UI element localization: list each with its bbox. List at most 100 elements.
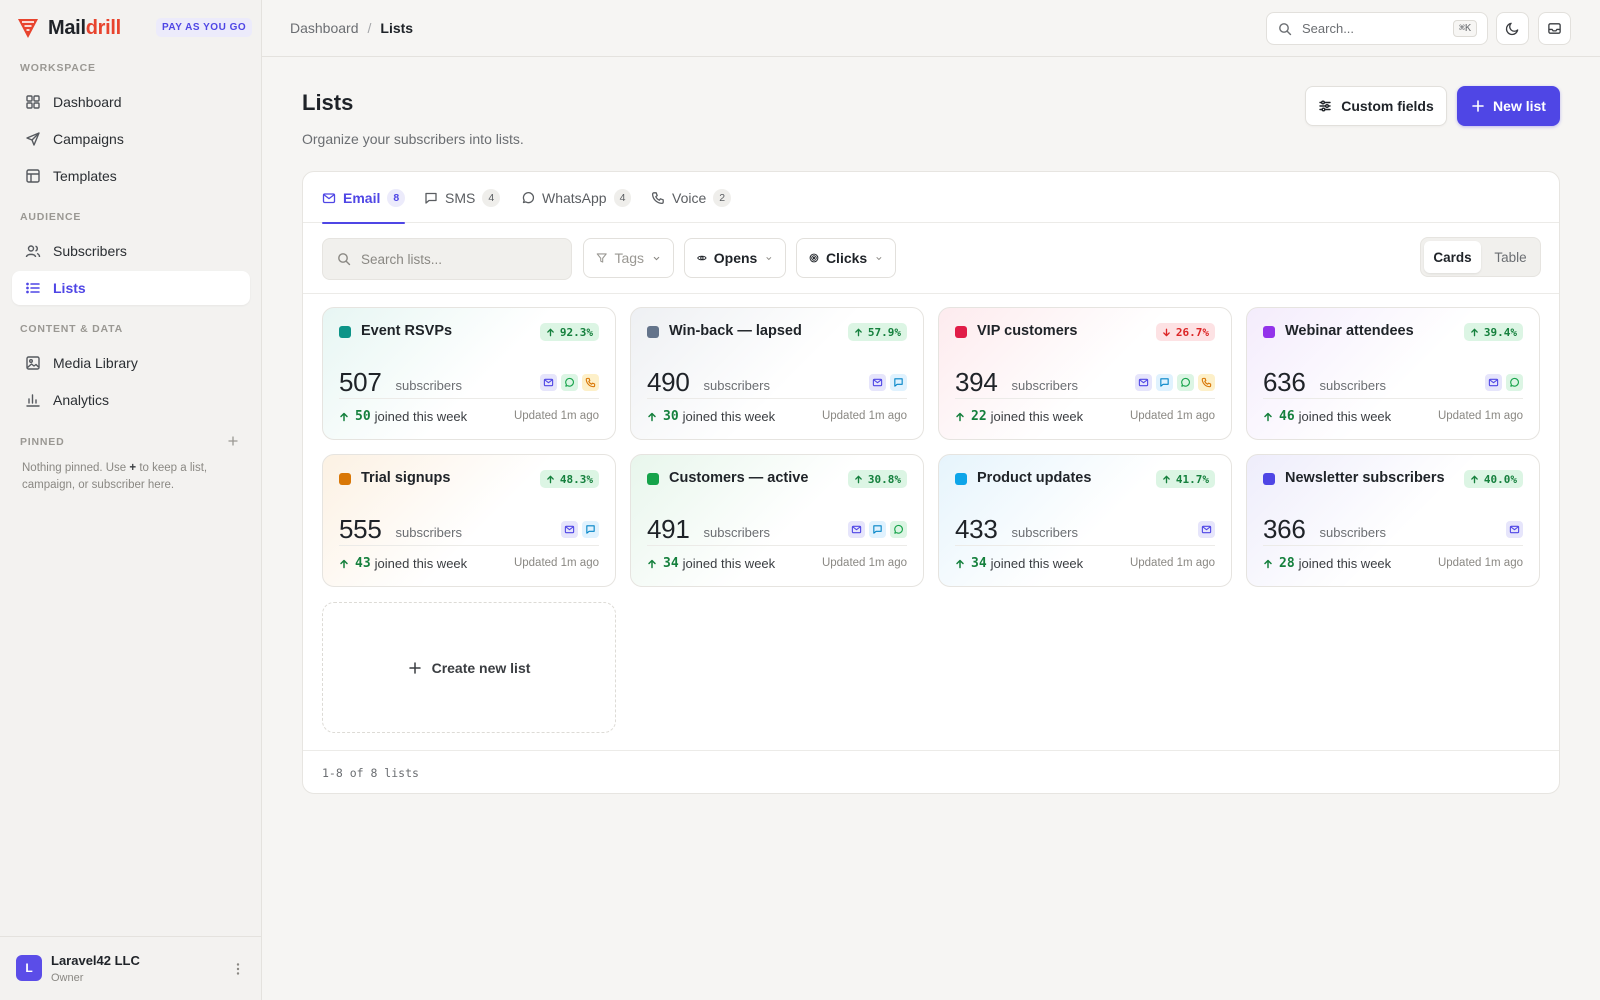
channel-icons	[536, 374, 599, 391]
arrow-up-icon	[647, 412, 663, 422]
account-switcher[interactable]: L Laravel42 LLC Owner	[0, 936, 262, 1000]
updated-timestamp: Updated 1m ago	[1129, 557, 1215, 569]
brand[interactable]: Maildrill	[16, 14, 121, 42]
chevron-down-icon	[653, 256, 660, 260]
arrow-up-icon	[546, 328, 560, 337]
message-square-icon	[869, 521, 886, 538]
tab-email[interactable]: Email 8	[322, 172, 406, 224]
subscriber-count: 394	[955, 367, 998, 397]
sidebar-item-media-library[interactable]: Media Library	[12, 346, 250, 380]
page-title: Lists	[302, 90, 354, 115]
plan-badge[interactable]: PAY AS YOU GO	[156, 18, 253, 37]
sidebar-item-label: Media Library	[53, 355, 138, 371]
filter-tags[interactable]: Tags	[583, 238, 674, 278]
sidebar-item-campaigns[interactable]: Campaigns	[12, 122, 250, 156]
list-card-vip-customers[interactable]: VIP customers 26.7% 394 subscribers 22 joined…	[938, 307, 1232, 440]
tab-label: WhatsApp	[542, 189, 607, 206]
list-color-dot	[1263, 473, 1275, 485]
list-card-event-rsvps[interactable]: Event RSVPs 92.3% 507 subscribers 50 joined t…	[322, 307, 616, 440]
updated-timestamp: Updated 1m ago	[513, 410, 599, 422]
growth-badge: 30.8%	[847, 470, 907, 488]
list-search[interactable]	[322, 238, 572, 280]
subscriber-count: 555	[339, 514, 382, 544]
arrow-up-icon	[955, 559, 971, 569]
channel-icons	[1502, 521, 1523, 538]
theme-toggle-button[interactable]	[1496, 12, 1529, 45]
new-list-button[interactable]: New list	[1457, 86, 1560, 126]
list-color-dot	[955, 473, 967, 485]
tab-voice[interactable]: Voice 2	[651, 172, 732, 223]
breadcrumb-current: Lists	[380, 20, 414, 36]
section-label-audience: AUDIENCE	[20, 211, 82, 223]
list-card-customers-active[interactable]: Customers — active 30.8% 491 subscribers 34 j…	[630, 454, 924, 587]
joined-this-week: 34 joined this week	[955, 556, 1083, 571]
filter-clicks[interactable]: Clicks	[796, 238, 896, 278]
sidebar-item-templates[interactable]: Templates	[12, 159, 250, 193]
arrow-down-icon	[1162, 328, 1176, 337]
list-card-win-back-lapsed[interactable]: Win-back — lapsed 57.9% 490 subscribers 30 jo…	[630, 307, 924, 440]
joined-this-week: 30 joined this week	[647, 409, 775, 424]
tab-label: Email	[343, 189, 381, 206]
growth-badge: 26.7%	[1155, 323, 1215, 341]
whatsapp-icon	[1506, 374, 1523, 391]
add-pin-icon[interactable]	[226, 434, 240, 448]
list-card-webinar-attendees[interactable]: Webinar attendees 39.4% 636 subscribers 46 jo…	[1246, 307, 1540, 440]
joined-this-week: 46 joined this week	[1263, 409, 1391, 424]
arrow-up-icon	[1470, 475, 1484, 484]
view-table-button[interactable]: Table	[1483, 241, 1538, 273]
plus-icon	[1471, 99, 1493, 113]
list-name: VIP customers	[977, 323, 1078, 339]
channel-icons	[1131, 374, 1215, 391]
avatar: L	[16, 955, 42, 981]
subscriber-unit: subscribers	[703, 378, 770, 393]
list-card-product-updates[interactable]: Product updates 41.7% 433 subscribers 34 join…	[938, 454, 1232, 587]
list-card-trial-signups[interactable]: Trial signups 48.3% 555 subscribers 43 joined…	[322, 454, 616, 587]
custom-fields-button[interactable]: Custom fields	[1305, 86, 1447, 126]
sliders-icon	[1318, 99, 1341, 113]
channel-tabs: Email 8 SMS 4 WhatsApp 4 Voice 2	[303, 172, 1559, 224]
subscriber-unit: subscribers	[1011, 378, 1078, 393]
sidebar-item-dashboard[interactable]: Dashboard	[12, 85, 250, 119]
filter-opens[interactable]: Opens	[684, 238, 786, 278]
sidebar-item-label: Dashboard	[53, 94, 122, 110]
channel-icons	[557, 521, 599, 538]
list-card-newsletter-subscribers[interactable]: Newsletter subscribers 40.0% 366 subscriber…	[1246, 454, 1540, 587]
inbox-button[interactable]	[1538, 12, 1571, 45]
updated-timestamp: Updated 1m ago	[513, 557, 599, 569]
moon-icon	[1505, 21, 1520, 36]
arrow-up-icon	[955, 412, 971, 422]
topbar: Dashboard / Lists Search... ⌘K	[262, 0, 1600, 57]
target-icon	[809, 253, 819, 263]
arrow-up-icon	[647, 559, 663, 569]
global-search[interactable]: Search... ⌘K	[1266, 12, 1488, 45]
page-subtitle: Organize your subscribers into lists.	[302, 131, 524, 147]
tab-count: 8	[387, 188, 406, 207]
create-new-list-card[interactable]: Create new list	[322, 602, 616, 733]
sidebar-item-lists[interactable]: Lists	[12, 271, 250, 305]
growth-badge: 48.3%	[539, 470, 599, 488]
subscriber-unit: subscribers	[395, 525, 462, 540]
growth-badge: 92.3%	[539, 323, 599, 341]
mail-icon	[322, 191, 343, 205]
custom-fields-label: Custom fields	[1341, 98, 1434, 114]
arrow-up-icon	[1263, 412, 1279, 422]
more-vertical-icon[interactable]	[230, 961, 246, 977]
tab-whatsapp[interactable]: WhatsApp 4	[521, 172, 632, 223]
filter-label: Tags	[614, 250, 645, 266]
layout-icon	[25, 168, 41, 184]
section-label-pinned: PINNED	[20, 436, 65, 448]
tab-sms[interactable]: SMS 4	[424, 172, 501, 223]
view-cards-button[interactable]: Cards	[1424, 241, 1481, 273]
message-square-icon	[582, 521, 599, 538]
sidebar-item-analytics[interactable]: Analytics	[12, 383, 250, 417]
updated-timestamp: Updated 1m ago	[1129, 410, 1215, 422]
subscriber-unit: subscribers	[1319, 525, 1386, 540]
list-search-input[interactable]	[361, 251, 561, 267]
phone-icon	[651, 191, 672, 205]
sidebar-item-subscribers[interactable]: Subscribers	[12, 234, 250, 268]
breadcrumb-dashboard[interactable]: Dashboard	[290, 20, 359, 36]
sidebar: Maildrill PAY AS YOU GO WORKSPACE Dashbo…	[0, 0, 262, 1000]
arrow-up-icon	[546, 475, 560, 484]
subscriber-unit: subscribers	[1011, 525, 1078, 540]
card-divider	[647, 398, 907, 399]
